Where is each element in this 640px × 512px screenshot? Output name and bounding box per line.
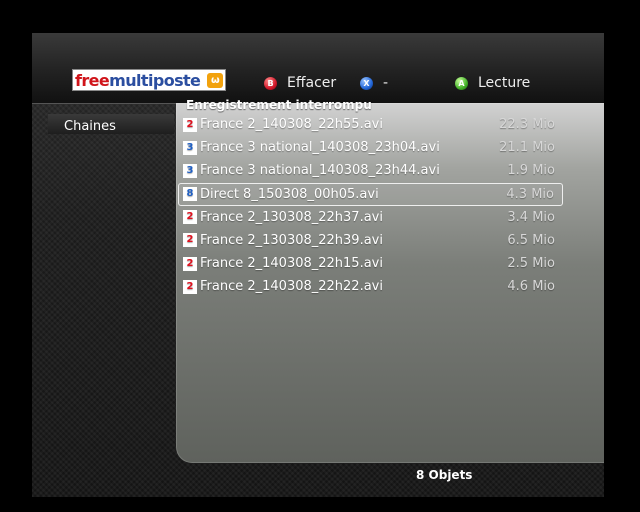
list-item[interactable]: 2 France 2_140308_22h55.avi 22.3 Mio [179, 113, 563, 136]
direct8-logo-icon: 8 [183, 187, 197, 202]
hint-x[interactable]: X - [360, 75, 388, 91]
file-name: Direct 8_150308_00h05.avi [200, 186, 379, 202]
list-item[interactable]: 2 France 2_140308_22h22.avi 4.6 Mio [179, 275, 563, 298]
hint-delete[interactable]: B Effacer [264, 75, 336, 91]
list-item[interactable]: 3 France 3 national_140308_23h04.avi 21.1 … [179, 136, 563, 159]
file-name: France 2_130308_22h39.avi [200, 232, 383, 248]
hint-x-label: - [383, 75, 389, 91]
tv-screen: free multiposte ω B Effacer X - A Lecture… [32, 33, 604, 497]
red-b-button-icon: B [264, 76, 277, 90]
item-count: 8 Objets [416, 468, 473, 482]
france2-logo-icon: 2 [183, 233, 197, 248]
green-a-button-icon: A [455, 76, 468, 90]
recording-list: 2 France 2_140308_22h55.avi 22.3 Mio 3 Franc… [178, 113, 563, 298]
france3-logo-icon: 3 [183, 163, 197, 178]
recordings-panel: Enregistrement interrompu 2 France 2_1403… [176, 98, 604, 463]
file-size: 1.9 Mio [507, 163, 555, 179]
file-size: 3.4 Mio [507, 209, 555, 225]
file-name: France 2_130308_22h37.avi [200, 209, 383, 225]
list-item[interactable]: 2 France 2_140308_22h15.avi 2.5 Mio [179, 252, 563, 275]
list-item[interactable]: 8 Direct 8_150308_00h05.avi 4.3 Mio [178, 182, 563, 206]
hint-play-label: Lecture [478, 75, 531, 91]
file-size: 22.3 Mio [499, 117, 555, 133]
france2-logo-icon: 2 [183, 117, 197, 132]
blue-x-button-icon: X [360, 76, 373, 90]
file-size: 6.5 Mio [507, 232, 555, 248]
file-name: France 2_140308_22h15.avi [200, 256, 383, 272]
hint-delete-label: Effacer [287, 75, 337, 91]
france3-logo-icon: 3 [183, 140, 197, 155]
france2-logo-icon: 2 [183, 256, 197, 271]
freemultiposte-logo: free multiposte ω [72, 69, 226, 91]
file-size: 21.1 Mio [499, 140, 555, 156]
file-name: France 3 national_140308_23h04.avi [200, 140, 440, 156]
list-item[interactable]: 2 France 2_130308_22h37.avi 3.4 Mio [179, 206, 563, 229]
file-name: France 3 national_140308_23h44.avi [200, 163, 440, 179]
sidebar-item-chaines[interactable]: Chaines [48, 114, 174, 134]
logo-badge-icon: ω [207, 73, 223, 88]
list-item[interactable]: 3 France 3 national_140308_23h44.avi 1.9 M… [179, 159, 563, 182]
hint-play[interactable]: A Lecture [455, 75, 530, 91]
file-name: France 2_140308_22h22.avi [200, 279, 383, 295]
file-size: 4.6 Mio [507, 279, 555, 295]
file-size: 2.5 Mio [507, 256, 555, 272]
list-item[interactable]: 2 France 2_130308_22h39.avi 6.5 Mio [179, 229, 563, 252]
file-name: France 2_140308_22h55.avi [200, 117, 383, 133]
panel-title: Enregistrement interrompu [186, 98, 372, 112]
file-size: 4.3 Mio [506, 186, 554, 202]
france2-logo-icon: 2 [183, 279, 197, 294]
top-bar: free multiposte ω B Effacer X - A Lecture [32, 33, 604, 104]
france2-logo-icon: 2 [183, 210, 197, 225]
